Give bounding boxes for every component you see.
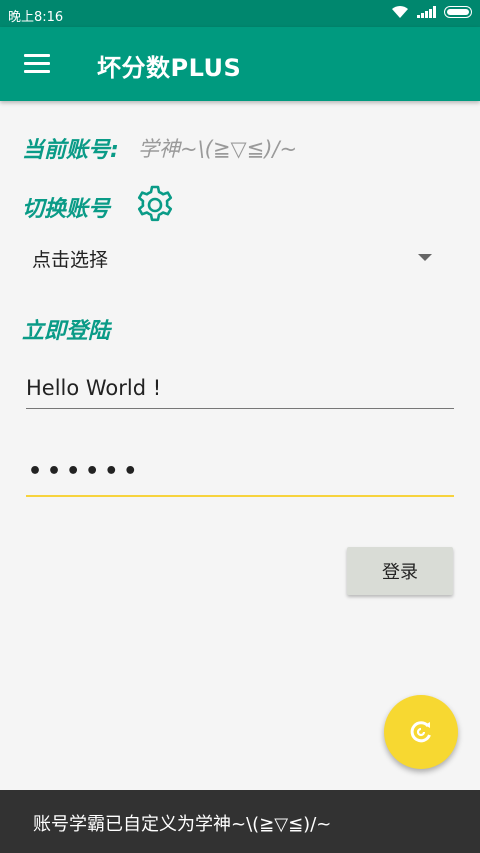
- username-input[interactable]: Hello World !: [26, 368, 454, 409]
- refresh-fab-button[interactable]: [384, 695, 458, 769]
- current-account-value: 学神~\(≧▽≦)/~: [138, 137, 298, 161]
- wifi-icon: [392, 5, 408, 18]
- login-title: 立即登陆: [22, 319, 111, 344]
- battery-icon: [444, 6, 472, 18]
- switch-account-label: 切换账号: [22, 197, 111, 222]
- menu-icon[interactable]: [24, 54, 50, 74]
- account-select[interactable]: 点击选择: [26, 240, 438, 276]
- app-title: 坏分数PLUS: [97, 54, 242, 82]
- password-value: ••••••: [28, 459, 143, 484]
- refresh-icon: [410, 721, 431, 743]
- status-bar: 晚上8:16: [0, 0, 480, 27]
- signal-icon: [417, 6, 436, 18]
- app-bar: 坏分数PLUS: [0, 27, 480, 101]
- password-input[interactable]: ••••••: [26, 455, 454, 497]
- account-select-value: 点击选择: [32, 249, 109, 271]
- snackbar-message: 账号学霸已自定义为学神~\(≧▽≦)/~: [33, 814, 332, 835]
- username-value: Hello World !: [26, 376, 162, 400]
- snackbar: 账号学霸已自定义为学神~\(≧▽≦)/~: [0, 790, 480, 853]
- status-time: 晚上8:16: [8, 10, 64, 25]
- login-button[interactable]: 登录: [347, 547, 453, 595]
- gear-icon[interactable]: [133, 183, 177, 227]
- status-icons: [391, 5, 472, 19]
- dropdown-arrow-icon: [418, 254, 432, 261]
- current-account-label: 当前账号:: [22, 138, 119, 163]
